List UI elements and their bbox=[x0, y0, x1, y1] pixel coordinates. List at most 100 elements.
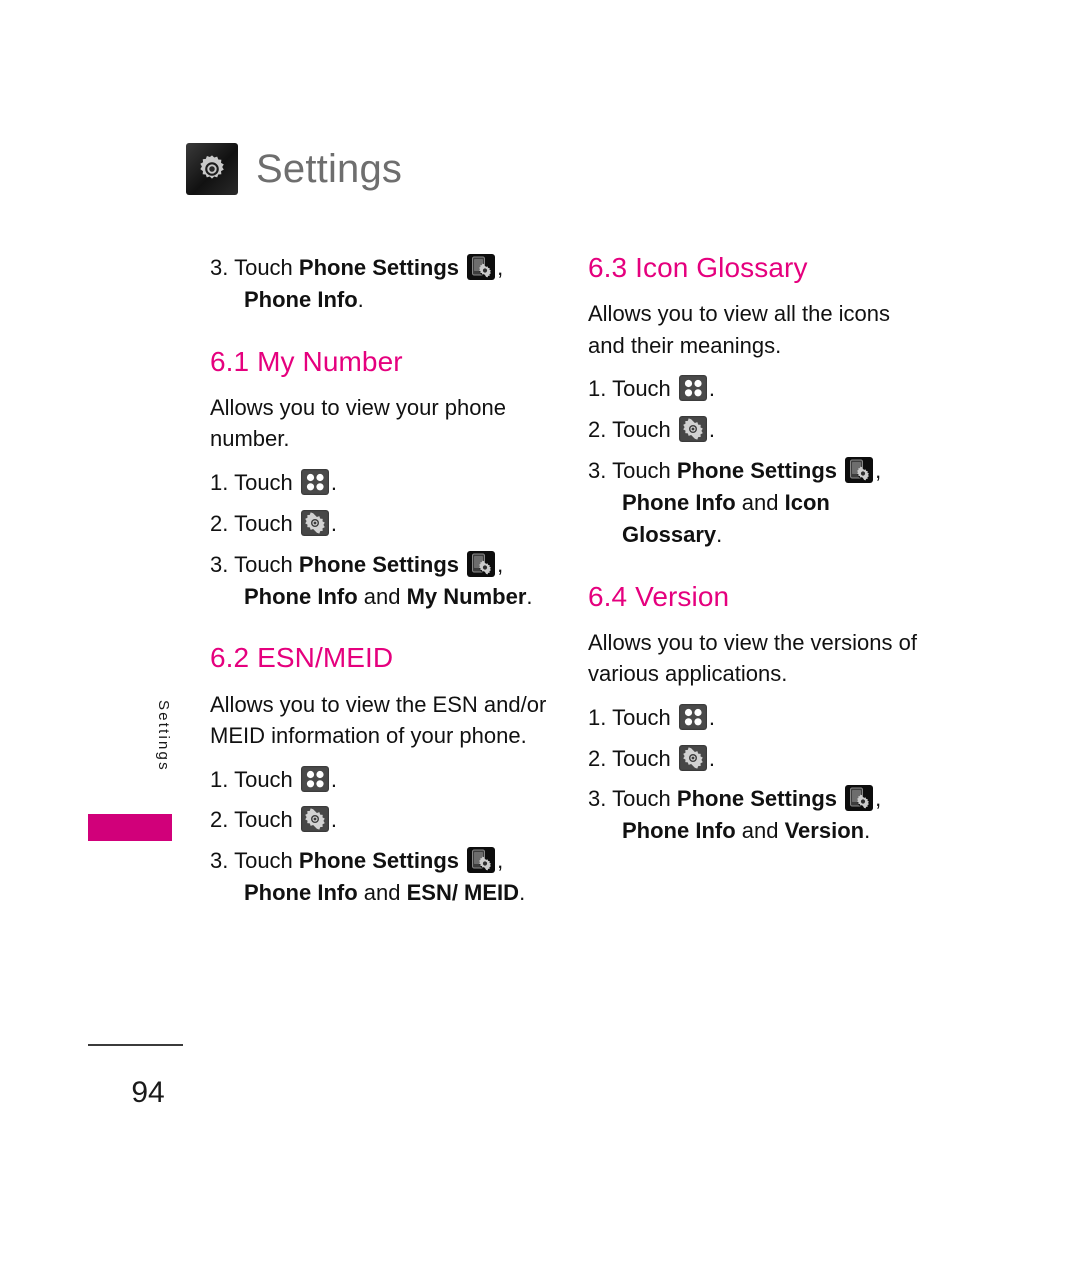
side-tab-label: Settings bbox=[155, 700, 172, 772]
page-title: Settings bbox=[256, 147, 403, 191]
step-period: . bbox=[526, 583, 533, 609]
step-target-label: Phone Settings bbox=[298, 551, 460, 577]
step-conjunction: and bbox=[735, 818, 785, 844]
page-number: 94 bbox=[131, 1076, 165, 1109]
step-period: . bbox=[708, 376, 716, 402]
list-item: 1. Touch . bbox=[588, 702, 928, 734]
list-item: 3. Touch Phone Settings , P bbox=[210, 845, 550, 909]
step-number: 3. bbox=[588, 457, 607, 483]
step-number: 2. bbox=[588, 416, 607, 442]
step-period: . bbox=[716, 521, 723, 547]
step-period: . bbox=[330, 510, 338, 536]
step-number: 1. bbox=[210, 766, 229, 792]
phone-settings-icon bbox=[845, 785, 874, 812]
step-verb: Touch bbox=[234, 848, 293, 874]
step-number: 2. bbox=[588, 745, 607, 771]
step-verb: Touch bbox=[612, 745, 671, 771]
step-target-label-3: Version bbox=[784, 818, 865, 844]
step-list-esn-meid: 1. Touch . 2. Touch . 3. Touch Phone Set… bbox=[210, 764, 550, 910]
list-item: 2. Touch . bbox=[588, 743, 928, 775]
four-dot-grid-icon bbox=[300, 468, 329, 495]
phone-settings-icon bbox=[467, 254, 496, 280]
step-continuation: Phone Info and Icon bbox=[622, 487, 928, 519]
step-period: . bbox=[519, 880, 526, 906]
step-comma: , bbox=[497, 848, 504, 874]
phone-settings-icon bbox=[845, 456, 874, 483]
list-item: 3. Touch Phone Settings , P bbox=[210, 549, 550, 613]
step-target-label: Phone Settings bbox=[298, 255, 460, 280]
list-item: 2. Touch . bbox=[588, 414, 928, 446]
section-body-my-number: Allows you to view your phone number. bbox=[210, 394, 506, 452]
step-target-label-3: Icon bbox=[784, 489, 830, 515]
step-target-label: Phone Settings bbox=[676, 457, 838, 483]
step-number: 1. bbox=[210, 469, 229, 495]
step-continuation: Phone Info and ESN/ MEID. bbox=[244, 877, 550, 909]
step-target-label-2: Phone Info bbox=[622, 489, 736, 515]
step-verb: Touch bbox=[234, 469, 293, 495]
section-heading-esn-meid: 6.2 ESN/MEID bbox=[210, 642, 394, 674]
step-comma: , bbox=[497, 255, 504, 280]
step-comma: , bbox=[875, 457, 882, 483]
gear-icon bbox=[186, 143, 238, 195]
phone-settings-icon bbox=[467, 550, 496, 577]
intro-step-list: 3. Touch Phone Settings , Phone Info. bbox=[210, 252, 550, 316]
step-target-label-3: ESN/ MEID bbox=[406, 880, 520, 906]
phone-settings-icon bbox=[467, 847, 496, 874]
step-number: 3. bbox=[210, 551, 229, 577]
list-item: 1. Touch . bbox=[210, 467, 550, 499]
step-target-label: Phone Settings bbox=[298, 848, 460, 874]
step-verb: Touch bbox=[612, 786, 671, 812]
list-item: 3. Touch Phone Settings , P bbox=[210, 252, 550, 316]
step-comma: , bbox=[875, 786, 882, 812]
step-period: . bbox=[357, 286, 364, 312]
footer-divider bbox=[88, 1044, 183, 1046]
page-header: Settings bbox=[186, 143, 402, 195]
gear-icon bbox=[300, 806, 329, 833]
gear-icon bbox=[300, 509, 329, 536]
list-item: 1. Touch . bbox=[588, 373, 928, 405]
step-conjunction: and bbox=[735, 489, 785, 515]
gear-icon bbox=[678, 744, 707, 771]
list-item: 3. Touch Phone Settings , P bbox=[588, 783, 928, 847]
step-verb: Touch bbox=[234, 766, 293, 792]
list-item: 1. Touch . bbox=[210, 764, 550, 796]
step-target-label-2: Phone Info bbox=[244, 286, 358, 312]
step-period: . bbox=[330, 807, 338, 833]
step-number: 3. bbox=[210, 848, 229, 874]
step-target-label: Phone Settings bbox=[676, 786, 838, 812]
step-period: . bbox=[330, 766, 338, 792]
step-verb: Touch bbox=[234, 807, 293, 833]
step-verb: Touch bbox=[234, 510, 293, 536]
list-item: 2. Touch . bbox=[210, 508, 550, 540]
step-number: 1. bbox=[588, 376, 607, 402]
step-target-label-2: Phone Info bbox=[244, 880, 358, 906]
step-verb: Touch bbox=[612, 376, 671, 402]
four-dot-grid-icon bbox=[678, 703, 707, 730]
content-columns: 3. Touch Phone Settings , Phone Info. 6.… bbox=[210, 252, 928, 918]
step-number: 3. bbox=[210, 255, 229, 280]
step-period: . bbox=[864, 818, 871, 844]
step-target-label-2: Phone Info bbox=[244, 583, 358, 609]
step-period: . bbox=[708, 416, 716, 442]
section-body-icon-glossary: Allows you to view all the icons and the… bbox=[588, 301, 891, 358]
four-dot-grid-icon bbox=[678, 375, 707, 402]
step-conjunction: and bbox=[357, 880, 407, 906]
step-continuation-2: Glossary. bbox=[622, 519, 928, 551]
side-tab-color-bar bbox=[88, 814, 172, 841]
step-target-label-2: Phone Info bbox=[622, 818, 736, 844]
left-column: 3. Touch Phone Settings , Phone Info. 6.… bbox=[210, 252, 550, 918]
step-verb: Touch bbox=[234, 255, 293, 280]
step-period: . bbox=[330, 469, 338, 495]
step-target-label-3: My Number bbox=[406, 583, 527, 609]
section-body-esn-meid: Allows you to view the ESN and/or MEID i… bbox=[210, 691, 547, 749]
step-continuation: Phone Info. bbox=[244, 284, 550, 316]
step-continuation: Phone Info and Version. bbox=[622, 815, 928, 847]
step-verb: Touch bbox=[612, 457, 671, 483]
section-body-version: Allows you to view the versions of vario… bbox=[588, 629, 917, 687]
step-number: 2. bbox=[210, 510, 229, 536]
step-period: . bbox=[708, 704, 716, 730]
section-heading-version: 6.4 Version bbox=[588, 580, 730, 612]
list-item: 2. Touch . bbox=[210, 804, 550, 836]
step-comma: , bbox=[497, 551, 504, 577]
right-column: 6.3 Icon Glossary Allows you to view all… bbox=[588, 252, 928, 918]
